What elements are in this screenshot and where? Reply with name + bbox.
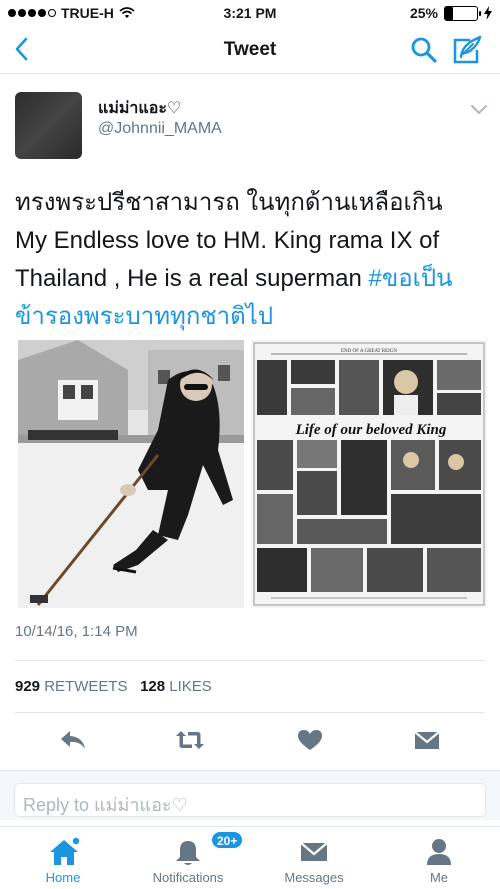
tweet-photo-2[interactable]: END OF A GREAT REIGN Life of our beloved…: [251, 340, 487, 608]
retweets-count: 929: [15, 678, 41, 695]
tab-notifications[interactable]: 20+ Notifications: [133, 827, 244, 889]
tab-label: Home: [45, 870, 81, 885]
hashtag-link[interactable]: #ขอเป็น: [369, 265, 453, 292]
display-name[interactable]: แม่ม่าแอะ♡: [98, 96, 181, 121]
tweet-text: ทรงพระปรีชาสามารถ ในทุกด้านเหลือเกิน My …: [15, 184, 490, 336]
likes-stat[interactable]: 128 LIKES: [140, 678, 212, 695]
reply-icon[interactable]: [58, 728, 88, 752]
status-bar: TRUE-H 3:21 PM 25%: [0, 0, 500, 26]
collage-photo: END OF A GREAT REIGN Life of our beloved…: [251, 340, 487, 608]
tweet-text-line: My Endless love to HM. King rama IX of: [15, 227, 440, 254]
bell-icon: [176, 841, 200, 865]
tweet-photo-1[interactable]: [18, 340, 244, 608]
tweet-header: แม่ม่าแอะ♡ @Johnnii_MAMA: [0, 90, 500, 162]
tab-label: Messages: [284, 870, 344, 885]
retweet-icon[interactable]: [175, 728, 205, 752]
divider: [15, 660, 485, 661]
divider: [15, 712, 485, 713]
tweet-text-line: Thailand , He is a real superman #ขอเป็น: [15, 260, 490, 298]
battery-icon: [444, 5, 481, 21]
collage-header-text: END OF A GREAT REIGN: [341, 349, 397, 354]
nav-bar: Tweet: [0, 28, 500, 74]
likes-count: 128: [140, 678, 166, 695]
tweet-timestamp: 10/14/16, 1:14 PM: [15, 623, 138, 640]
envelope-icon: [300, 842, 328, 861]
likes-label: LIKES: [169, 678, 212, 695]
tab-label: Notifications: [152, 870, 224, 885]
collage-title-text: Life of our beloved King: [295, 422, 447, 438]
home-icon: [50, 837, 80, 865]
charging-bolt-icon: [484, 6, 492, 20]
direct-message-icon[interactable]: [412, 728, 442, 752]
search-icon[interactable]: [410, 36, 438, 64]
compose-icon[interactable]: [452, 35, 484, 65]
tweet-text-part: Thailand , He is a real superman: [15, 265, 369, 292]
avatar[interactable]: [15, 92, 82, 159]
tab-label: Me: [429, 870, 449, 885]
battery-percent: 25%: [409, 5, 438, 21]
hashtag-link[interactable]: ข้ารองพระบาททุกชาติไป: [15, 298, 490, 336]
screen-name[interactable]: @Johnnii_MAMA: [98, 120, 222, 138]
retweets-stat[interactable]: 929 RETWEETS: [15, 678, 128, 695]
chevron-down-icon[interactable]: [470, 104, 488, 116]
tab-bar: Home 20+ Notifications Messages Me: [0, 826, 500, 889]
retweets-label: RETWEETS: [44, 678, 128, 695]
skater-photo: [18, 340, 244, 608]
tab-home[interactable]: Home: [8, 827, 118, 889]
battery-group: 25%: [410, 5, 492, 21]
tab-messages[interactable]: Messages: [259, 827, 369, 889]
tweet-text-line: ทรงพระปรีชาสามารถ ในทุกด้านเหลือเกิน: [15, 189, 443, 216]
tweet-stats: 929 RETWEETS 128 LIKES: [15, 678, 212, 695]
battery-fill: [445, 6, 453, 20]
tab-me[interactable]: Me: [384, 827, 494, 889]
person-icon: [427, 839, 451, 865]
reply-bar: Reply to แม่ม่าแอะ♡: [0, 770, 500, 820]
reply-input[interactable]: Reply to แม่ม่าแอะ♡: [14, 783, 486, 817]
like-heart-icon[interactable]: [295, 728, 325, 752]
notification-badge: 20+: [211, 831, 244, 849]
